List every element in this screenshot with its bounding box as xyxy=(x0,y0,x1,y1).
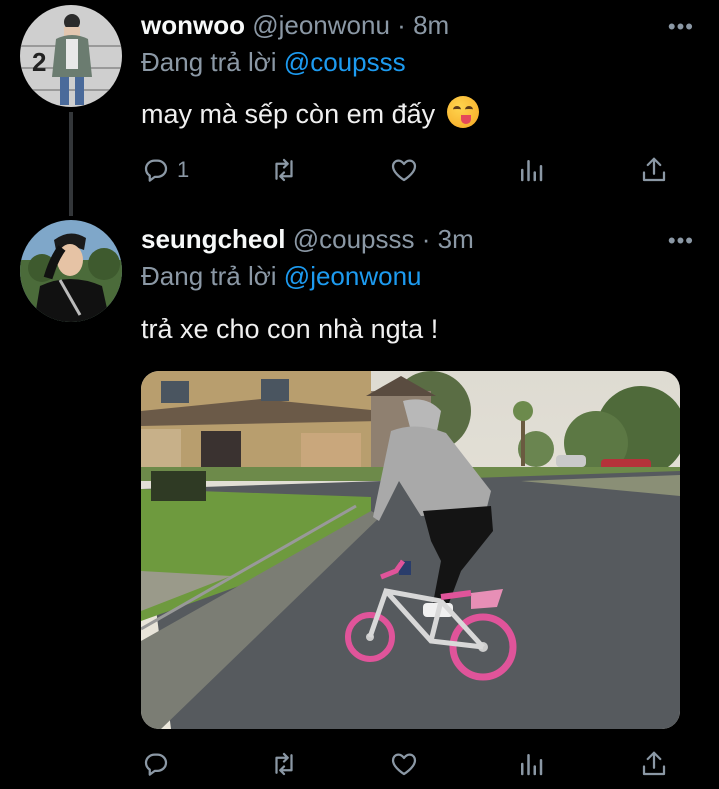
tweet-text-content: trả xe cho con nhà ngta ! xyxy=(141,314,439,344)
tweet-header: wonwoo @jeonwonu · 8m ••• xyxy=(141,10,694,44)
tweet-photo[interactable] xyxy=(141,371,680,729)
avatar-wonwoo[interactable]: 2 xyxy=(20,5,122,107)
avatar-seungcheol[interactable] xyxy=(20,220,122,322)
face-savoring-food-emoji xyxy=(446,96,479,128)
share-icon xyxy=(642,157,666,182)
replying-to-prefix: Đang trả lời xyxy=(141,47,277,77)
separator-dot: · xyxy=(397,10,406,40)
mention-link[interactable]: @jeonwonu xyxy=(284,261,422,291)
analytics-button[interactable] xyxy=(516,744,546,784)
more-icon[interactable]: ••• xyxy=(654,224,694,258)
tweet-text: may mà sếp còn em đấy xyxy=(141,96,479,130)
retweet-button[interactable] xyxy=(269,744,305,784)
photo-child-on-bike xyxy=(141,371,680,729)
more-icon[interactable]: ••• xyxy=(654,10,694,44)
tweet-header: seungcheol @coupsss · 3m ••• xyxy=(141,224,694,258)
avatar-badge: 2 xyxy=(32,47,47,77)
reply-icon xyxy=(144,159,168,182)
timestamp[interactable]: 8m xyxy=(413,10,449,40)
user-handle[interactable]: @coupsss xyxy=(293,224,415,254)
replying-to: Đang trả lời @coupsss xyxy=(141,47,406,78)
like-icon xyxy=(391,159,417,182)
reply-count: 1 xyxy=(177,157,190,182)
retweet-icon xyxy=(275,752,293,776)
analytics-button[interactable] xyxy=(516,150,546,190)
like-button[interactable] xyxy=(389,744,425,784)
display-name[interactable]: seungcheol xyxy=(141,224,285,254)
share-button[interactable] xyxy=(639,744,669,784)
display-name[interactable]: wonwoo xyxy=(141,10,245,40)
reply-icon xyxy=(144,753,168,776)
timestamp[interactable]: 3m xyxy=(438,224,474,254)
reply-button[interactable]: 1 xyxy=(141,150,189,190)
replying-to-prefix: Đang trả lời xyxy=(141,261,277,291)
analytics-icon xyxy=(521,160,543,182)
analytics-icon xyxy=(521,754,543,776)
tweet-wonwoo[interactable]: 2 wonwoo @jeonwonu · 8m ••• Đang trả lời… xyxy=(0,0,719,216)
tweet-text-content: may mà sếp còn em đấy xyxy=(141,99,436,129)
mention-link[interactable]: @coupsss xyxy=(284,47,406,77)
reply-button[interactable] xyxy=(141,744,177,784)
replying-to: Đang trả lời @jeonwonu xyxy=(141,261,422,292)
tweet-seungcheol[interactable]: seungcheol @coupsss · 3m ••• Đang trả lờ… xyxy=(0,214,719,789)
separator-dot: · xyxy=(421,224,431,254)
thread-line xyxy=(69,112,73,216)
like-icon xyxy=(391,753,417,776)
user-handle[interactable]: @jeonwonu xyxy=(252,10,390,40)
share-button[interactable] xyxy=(639,150,669,190)
retweet-button[interactable] xyxy=(269,150,305,190)
retweet-icon xyxy=(275,158,293,182)
share-icon xyxy=(642,751,666,776)
action-bar: 1 xyxy=(141,150,681,190)
action-bar xyxy=(141,744,681,784)
like-button[interactable] xyxy=(389,150,425,190)
tweet-text: trả xe cho con nhà ngta ! xyxy=(141,314,438,345)
